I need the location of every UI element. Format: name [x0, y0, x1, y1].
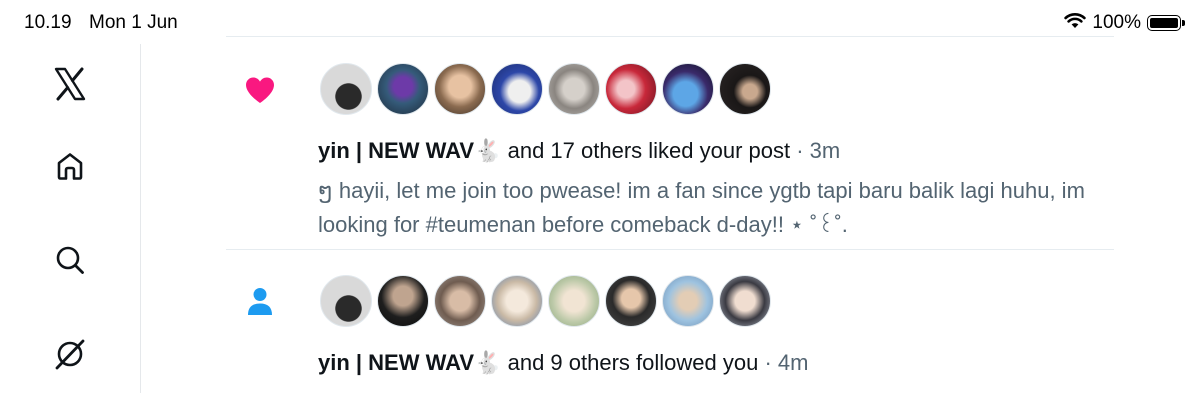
timestamp: 3m	[809, 138, 841, 163]
notification-follow[interactable]: yin | NEW WAV🐇 and 9 others followed you…	[226, 250, 1114, 393]
avatar[interactable]	[434, 63, 486, 115]
avatar[interactable]	[605, 63, 657, 115]
avatar[interactable]	[377, 63, 429, 115]
user-name[interactable]: yin | NEW WAV🐇	[318, 138, 501, 163]
avatar[interactable]	[719, 63, 771, 115]
search-icon[interactable]	[50, 240, 90, 280]
avatar[interactable]	[548, 275, 600, 327]
avatar[interactable]	[662, 63, 714, 115]
notification-headline: yin | NEW WAV🐇 and 9 others followed you…	[318, 349, 808, 377]
avatar[interactable]	[320, 275, 372, 327]
x-logo-icon[interactable]	[50, 64, 90, 104]
avatar[interactable]	[719, 275, 771, 327]
notification-headline: yin | NEW WAV🐇 and 17 others liked your …	[318, 137, 840, 165]
avatar[interactable]	[605, 275, 657, 327]
time-separator: ·	[790, 138, 810, 163]
status-indicators: 100%	[1064, 11, 1185, 35]
home-icon[interactable]	[50, 146, 90, 186]
notification-action: and 17 others liked your post	[501, 138, 791, 163]
user-name[interactable]: yin | NEW WAV🐇	[318, 350, 501, 375]
avatar[interactable]	[434, 275, 486, 327]
avatar-row	[320, 63, 771, 115]
avatar[interactable]	[320, 63, 372, 115]
timestamp: 4m	[777, 350, 809, 375]
avatar[interactable]	[548, 63, 600, 115]
notification-action: and 9 others followed you	[501, 350, 759, 375]
heart-icon	[242, 72, 278, 108]
post-preview-text[interactable]: ໆ hayii, let me join too pwease! im a fa…	[318, 174, 1098, 242]
grok-icon[interactable]	[50, 334, 90, 374]
sidebar-nav	[0, 44, 141, 393]
notification-like[interactable]: yin | NEW WAV🐇 and 17 others liked your …	[226, 37, 1114, 250]
avatar[interactable]	[377, 275, 429, 327]
time-separator: ·	[758, 350, 778, 375]
avatar[interactable]	[491, 275, 543, 327]
battery-percent: 100%	[1092, 12, 1141, 33]
avatar[interactable]	[662, 275, 714, 327]
status-date: Mon 1 Jun	[89, 12, 178, 33]
avatar[interactable]	[491, 63, 543, 115]
status-time: 10.19	[24, 12, 72, 33]
wifi-icon	[1064, 12, 1087, 34]
battery-icon	[1147, 15, 1185, 31]
avatar-row	[320, 275, 771, 327]
person-icon	[242, 283, 278, 319]
